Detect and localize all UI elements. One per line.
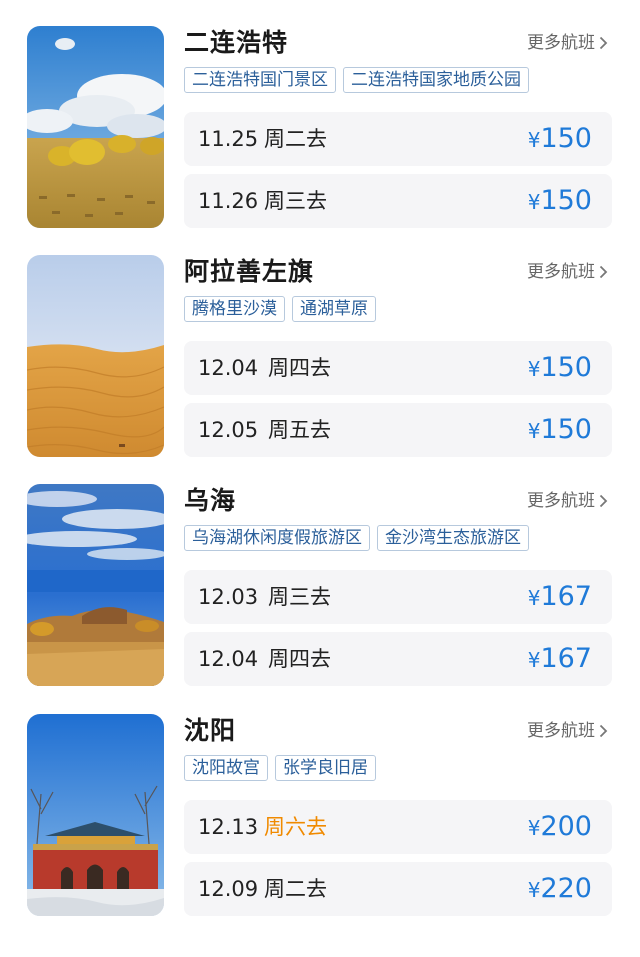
flight-price: ¥167 bbox=[527, 581, 592, 612]
chevron-right-icon bbox=[599, 36, 608, 50]
lake-landscape-photo bbox=[27, 484, 164, 686]
flight-price: ¥150 bbox=[527, 352, 592, 383]
destination-card-wuhai[interactable]: 乌海 更多航班 乌海湖休闲度假旅游区 金沙湾生态旅游区 12.03 周三去 ¥1… bbox=[0, 484, 640, 713]
attraction-tag[interactable]: 二连浩特国门景区 bbox=[184, 67, 336, 93]
city-name: 二连浩特 bbox=[184, 28, 289, 57]
more-flights-label: 更多航班 bbox=[527, 491, 595, 511]
flight-weekday: 周六去 bbox=[264, 815, 327, 839]
city-name: 沈阳 bbox=[184, 716, 237, 745]
destination-photo[interactable] bbox=[27, 26, 164, 228]
destination-card-shenyang[interactable]: 沈阳 更多航班 沈阳故宫 张学良旧居 12.13 周六去 ¥200 12.09 … bbox=[0, 714, 640, 943]
more-flights-link[interactable]: 更多航班 bbox=[527, 719, 608, 743]
city-name: 乌海 bbox=[184, 486, 237, 515]
flight-price: ¥150 bbox=[527, 185, 592, 216]
more-flights-label: 更多航班 bbox=[527, 262, 595, 282]
more-flights-label: 更多航班 bbox=[527, 33, 595, 53]
chevron-right-icon bbox=[599, 724, 608, 738]
flight-row[interactable]: 11.25 周二去 ¥150 bbox=[184, 112, 612, 166]
flight-date: 12.09 bbox=[198, 877, 259, 901]
attraction-tag[interactable]: 沈阳故宫 bbox=[184, 755, 268, 781]
more-flights-link[interactable]: 更多航班 bbox=[527, 260, 608, 284]
flight-price: ¥150 bbox=[527, 414, 592, 445]
destination-photo[interactable] bbox=[27, 255, 164, 457]
attraction-tag[interactable]: 金沙湾生态旅游区 bbox=[377, 525, 529, 551]
destination-card-erlianhaote[interactable]: 二连浩特 更多航班 二连浩特国门景区 二连浩特国家地质公园 11.25 周二去 … bbox=[0, 26, 640, 255]
flight-row[interactable]: 12.09 周二去 ¥220 bbox=[184, 862, 612, 916]
flight-row[interactable]: 11.26 周三去 ¥150 bbox=[184, 174, 612, 228]
attraction-tag[interactable]: 通湖草原 bbox=[292, 296, 376, 322]
destination-photo[interactable] bbox=[27, 714, 164, 916]
attraction-tag[interactable]: 腾格里沙漠 bbox=[184, 296, 285, 322]
flight-date: 12.05 bbox=[198, 418, 259, 442]
flight-weekday: 周三去 bbox=[268, 585, 331, 609]
flight-date: 12.03 bbox=[198, 585, 259, 609]
flight-weekday: 周二去 bbox=[264, 127, 327, 151]
desert-photo bbox=[27, 255, 164, 457]
flight-row[interactable]: 12.04 周四去 ¥150 bbox=[184, 341, 612, 395]
flight-date: 12.04 bbox=[198, 647, 259, 671]
flight-date: 11.26 bbox=[198, 189, 259, 213]
more-flights-link[interactable]: 更多航班 bbox=[527, 489, 608, 513]
attraction-tag[interactable]: 张学良旧居 bbox=[275, 755, 376, 781]
attraction-tag[interactable]: 乌海湖休闲度假旅游区 bbox=[184, 525, 370, 551]
chevron-right-icon bbox=[599, 494, 608, 508]
flight-date: 12.13 bbox=[198, 815, 259, 839]
grassland-photo bbox=[27, 26, 164, 228]
flight-row[interactable]: 12.05 周五去 ¥150 bbox=[184, 403, 612, 457]
flight-price: ¥200 bbox=[527, 811, 592, 842]
flight-row[interactable]: 12.13 周六去 ¥200 bbox=[184, 800, 612, 854]
flight-weekday: 周四去 bbox=[268, 356, 331, 380]
flight-price: ¥150 bbox=[527, 123, 592, 154]
attraction-tags: 腾格里沙漠 通湖草原 bbox=[184, 296, 376, 322]
attraction-tags: 二连浩特国门景区 二连浩特国家地质公园 bbox=[184, 67, 529, 93]
more-flights-link[interactable]: 更多航班 bbox=[527, 31, 608, 55]
attraction-tags: 乌海湖休闲度假旅游区 金沙湾生态旅游区 bbox=[184, 525, 529, 551]
flight-price: ¥220 bbox=[527, 873, 592, 904]
destination-photo[interactable] bbox=[27, 484, 164, 686]
city-name: 阿拉善左旗 bbox=[184, 257, 315, 286]
palace-gate-photo bbox=[27, 714, 164, 916]
flight-weekday: 周四去 bbox=[268, 647, 331, 671]
more-flights-label: 更多航班 bbox=[527, 721, 595, 741]
flight-price: ¥167 bbox=[527, 643, 592, 674]
flight-date: 11.25 bbox=[198, 127, 259, 151]
flight-row[interactable]: 12.03 周三去 ¥167 bbox=[184, 570, 612, 624]
destination-card-alashanzuoqi[interactable]: 阿拉善左旗 更多航班 腾格里沙漠 通湖草原 12.04 周四去 ¥150 12.… bbox=[0, 255, 640, 484]
flight-weekday: 周三去 bbox=[264, 189, 327, 213]
flight-weekday: 周二去 bbox=[264, 877, 327, 901]
attraction-tags: 沈阳故宫 张学良旧居 bbox=[184, 755, 376, 781]
chevron-right-icon bbox=[599, 265, 608, 279]
flight-date: 12.04 bbox=[198, 356, 259, 380]
attraction-tag[interactable]: 二连浩特国家地质公园 bbox=[343, 67, 529, 93]
flight-weekday: 周五去 bbox=[268, 418, 331, 442]
flight-row[interactable]: 12.04 周四去 ¥167 bbox=[184, 632, 612, 686]
